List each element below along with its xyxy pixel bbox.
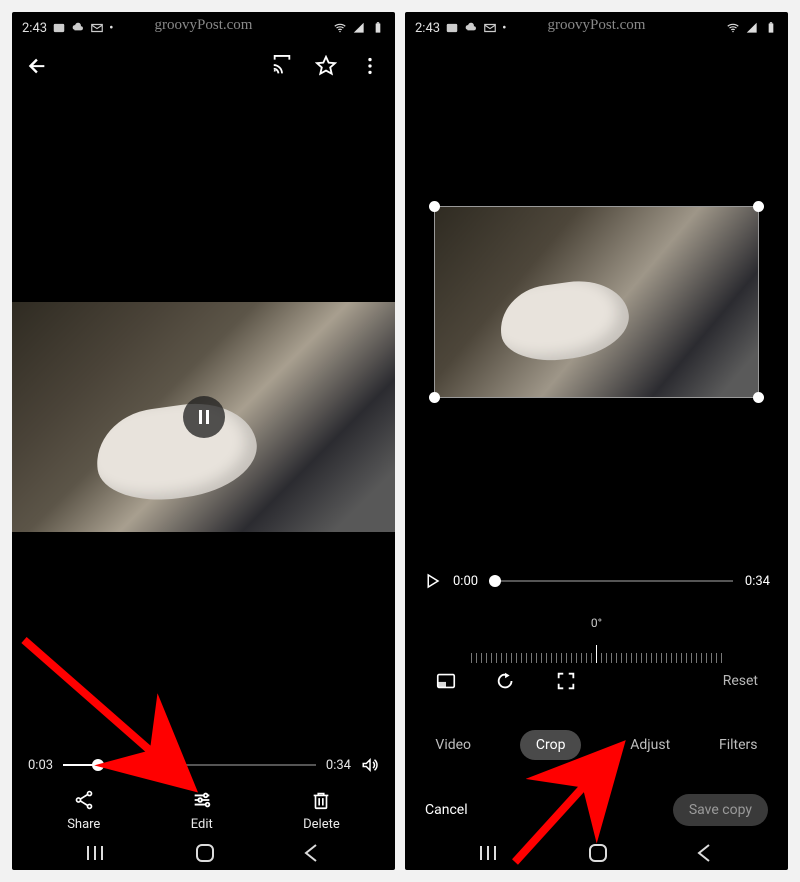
signal-icon	[745, 21, 759, 35]
nav-back-icon[interactable]	[302, 843, 322, 863]
tab-video[interactable]: Video	[435, 737, 471, 753]
annotation-arrow	[16, 632, 216, 812]
watermark: groovyPost.com	[155, 17, 253, 34]
crop-handle-bottom-left[interactable]	[429, 392, 440, 403]
aspect-ratio-icon[interactable]	[435, 670, 457, 692]
reset-button[interactable]: Reset	[723, 673, 758, 689]
crop-handle-bottom-right[interactable]	[753, 392, 764, 403]
rotation-ruler[interactable]	[435, 635, 758, 663]
cast-icon[interactable]	[271, 55, 293, 77]
screenshot-pair: 2:43 • groovyPost.com	[0, 0, 800, 882]
crop-handle-top-left[interactable]	[429, 201, 440, 212]
total-time: 0:34	[326, 758, 351, 773]
video-content	[495, 274, 634, 367]
image-icon	[445, 21, 459, 35]
crop-handle-top-right[interactable]	[753, 201, 764, 212]
cancel-button[interactable]: Cancel	[425, 802, 468, 818]
system-nav-bar	[12, 842, 395, 864]
status-time: 2:43	[22, 21, 47, 36]
rotate-icon[interactable]	[495, 670, 517, 692]
delete-label: Delete	[303, 817, 340, 832]
edit-label: Edit	[191, 817, 213, 832]
status-bar: 2:43 • groovyPost.com	[12, 12, 395, 40]
scrubber-track[interactable]	[490, 580, 733, 582]
delete-button[interactable]: Delete	[303, 789, 340, 832]
gmail-icon	[483, 21, 497, 35]
cloud-icon	[71, 21, 85, 35]
crop-frame[interactable]	[435, 207, 758, 397]
image-icon	[52, 21, 66, 35]
scrubber-thumb[interactable]	[489, 575, 501, 587]
trash-icon	[310, 789, 332, 811]
top-app-bar	[12, 40, 395, 86]
phone-editor: 2:43 • groovyPost.com 0:00	[405, 12, 788, 870]
overflow-menu-icon[interactable]	[359, 55, 381, 77]
crop-tools-row: Reset	[405, 670, 788, 692]
nav-back-icon[interactable]	[695, 843, 715, 863]
annotation-arrow	[505, 732, 655, 870]
rotation-dial[interactable]: 0°	[435, 612, 758, 663]
status-time: 2:43	[415, 21, 440, 36]
pause-icon	[199, 410, 209, 424]
nav-recents-icon[interactable]	[478, 843, 502, 863]
editor-scrubber[interactable]: 0:00 0:34	[405, 572, 788, 590]
video-preview[interactable]	[12, 302, 395, 532]
gmail-icon	[90, 21, 104, 35]
play-pause-button[interactable]	[183, 396, 225, 438]
expand-icon[interactable]	[555, 670, 577, 692]
cloud-icon	[464, 21, 478, 35]
current-time: 0:00	[453, 574, 478, 589]
volume-icon[interactable]	[361, 756, 379, 774]
wifi-icon	[333, 21, 347, 35]
battery-icon	[764, 21, 778, 35]
tab-filters[interactable]: Filters	[719, 737, 758, 753]
signal-icon	[352, 21, 366, 35]
favorite-star-icon[interactable]	[315, 55, 337, 77]
share-label: Share	[67, 817, 100, 832]
rotation-value: 0°	[591, 616, 602, 630]
battery-icon	[371, 21, 385, 35]
total-time: 0:34	[745, 574, 770, 589]
wifi-icon	[726, 21, 740, 35]
phone-viewer: 2:43 • groovyPost.com	[12, 12, 395, 870]
nav-home-icon[interactable]	[194, 842, 216, 864]
nav-recents-icon[interactable]	[85, 843, 109, 863]
back-arrow-icon[interactable]	[26, 55, 48, 77]
status-bar: 2:43 • groovyPost.com	[405, 12, 788, 40]
watermark: groovyPost.com	[548, 17, 646, 34]
play-icon[interactable]	[423, 572, 441, 590]
save-copy-button[interactable]: Save copy	[673, 794, 768, 826]
video-content	[91, 395, 263, 508]
